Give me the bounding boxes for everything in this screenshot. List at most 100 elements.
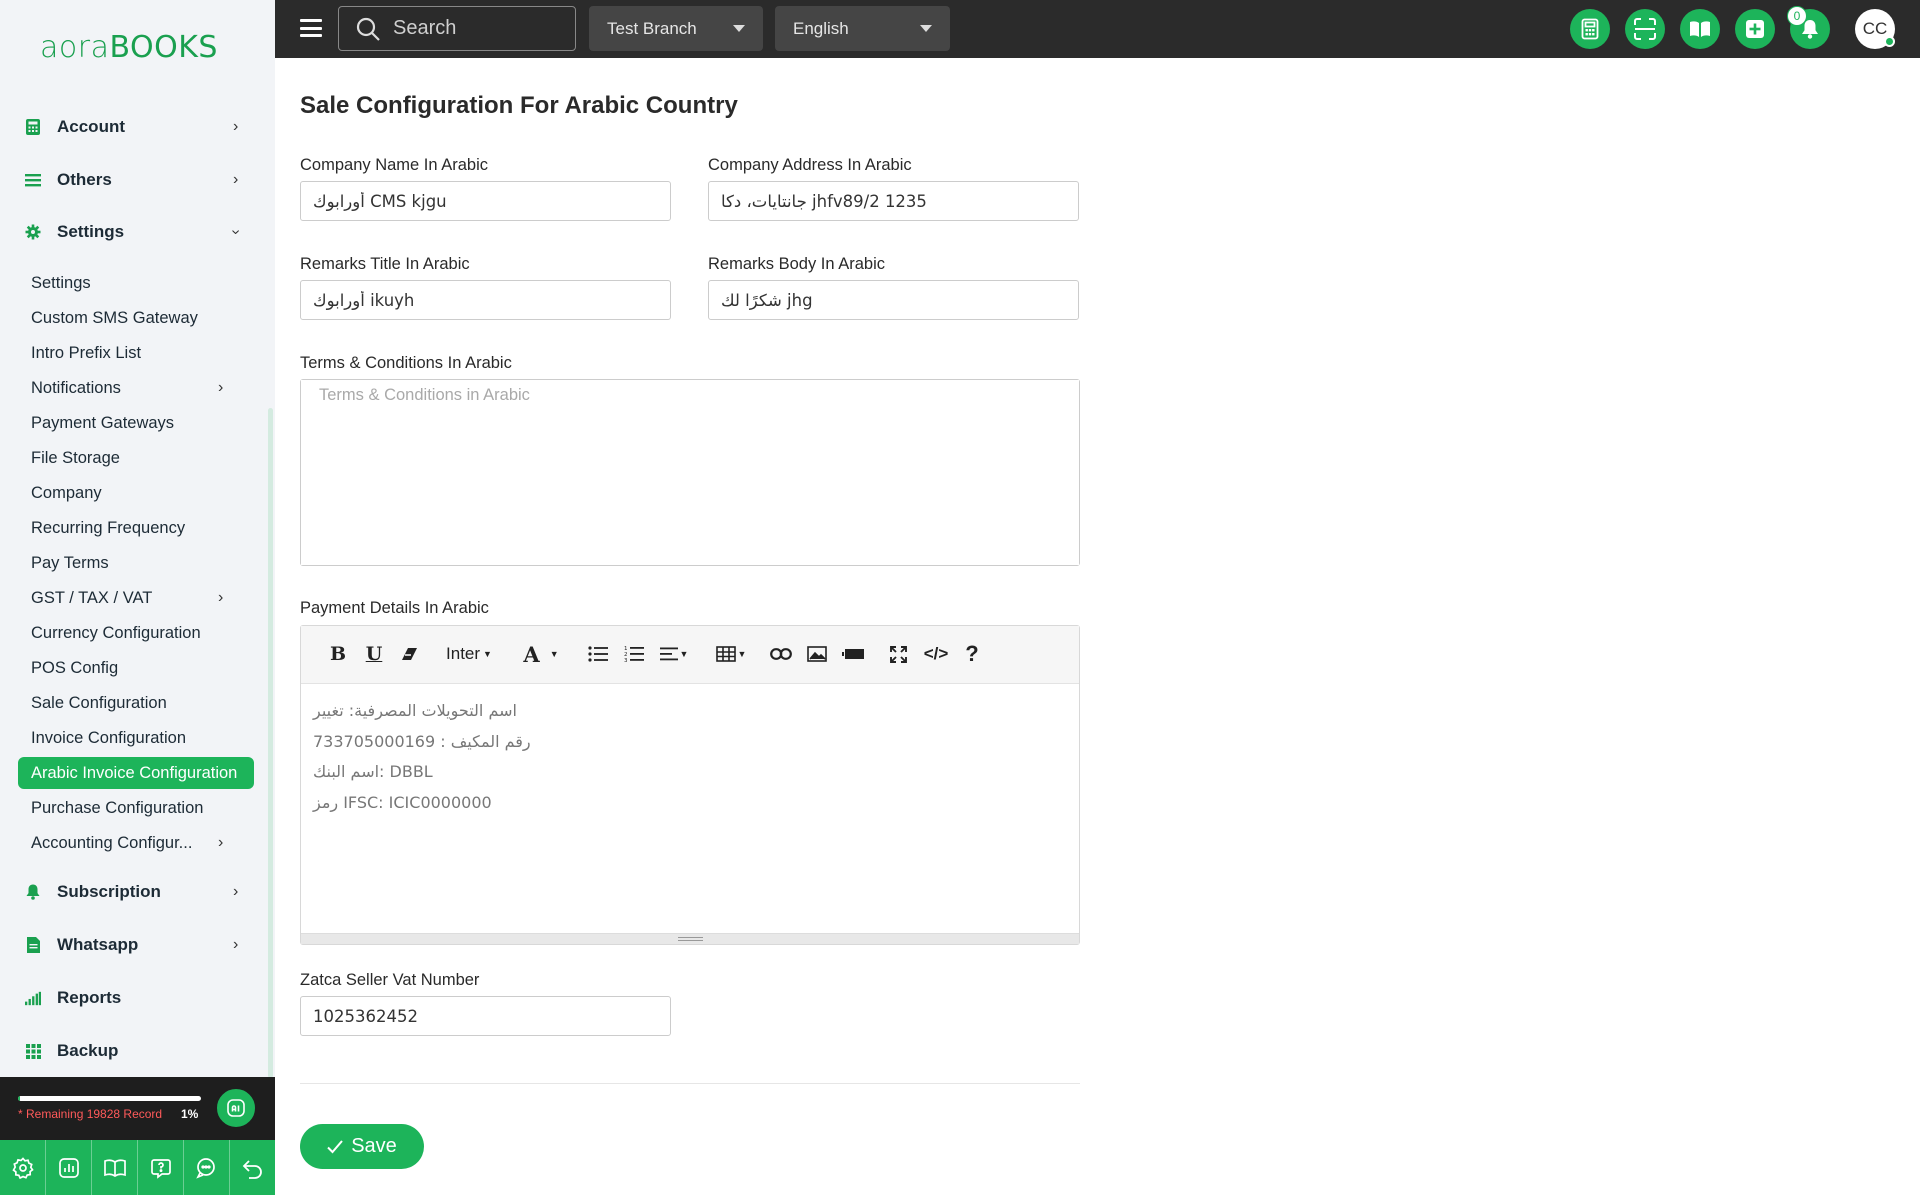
- save-button[interactable]: Save: [300, 1124, 424, 1169]
- chevron-right-icon: ›: [233, 883, 239, 900]
- sidebar-subitem-gst-tax-vat[interactable]: GST / TAX / VAT ›: [18, 582, 254, 614]
- company-address-input[interactable]: [721, 191, 1078, 211]
- grip-icon: [678, 937, 703, 941]
- list-icon: [25, 172, 41, 188]
- eraser-icon[interactable]: [397, 638, 423, 670]
- chevron-right-icon: ›: [218, 379, 224, 396]
- online-status-dot: [1884, 36, 1895, 47]
- calculator-icon[interactable]: [1570, 9, 1610, 49]
- chevron-right-icon: ›: [233, 118, 239, 135]
- grid-icon: [25, 1043, 41, 1059]
- editor-line: اسم التحويلات المصرفية: تغيير: [313, 701, 517, 720]
- sidebar-item-settings[interactable]: Settings ›: [0, 209, 275, 255]
- scan-icon[interactable]: [1625, 9, 1665, 49]
- zatca-vat-field[interactable]: [300, 996, 671, 1036]
- terms-conditions-field[interactable]: [300, 379, 1080, 566]
- sidebar-subitem-currency-configuration[interactable]: Currency Configuration: [18, 617, 254, 649]
- record-usage-bar: [18, 1096, 201, 1101]
- chevron-right-icon: ›: [218, 834, 224, 851]
- book-icon[interactable]: [1680, 9, 1720, 49]
- back-arrow-icon[interactable]: [230, 1140, 275, 1195]
- help-chat-icon[interactable]: [138, 1140, 184, 1195]
- search-icon: [355, 16, 381, 42]
- svg-text:3: 3: [624, 658, 628, 663]
- ai-assistant-icon[interactable]: [215, 1087, 257, 1129]
- remarks-title-field[interactable]: [300, 280, 671, 320]
- company-address-label: Company Address In Arabic: [708, 156, 912, 174]
- sidebar-subitem-company[interactable]: Company: [18, 477, 254, 509]
- sidebar-item-subscription[interactable]: Subscription ›: [0, 869, 275, 915]
- add-icon[interactable]: [1735, 9, 1775, 49]
- sidebar-scrollbar[interactable]: [268, 408, 273, 1078]
- sidebar-subitem-settings[interactable]: Settings: [18, 267, 254, 299]
- terms-conditions-textarea[interactable]: [301, 380, 1079, 565]
- editor-resize-handle[interactable]: [301, 933, 1079, 944]
- fullscreen-icon[interactable]: [885, 638, 911, 670]
- sidebar-subitem-custom-sms-gateway[interactable]: Custom SMS Gateway: [18, 302, 254, 334]
- remarks-body-field[interactable]: [708, 280, 1079, 320]
- sidebar-item-backup[interactable]: Backup: [0, 1028, 275, 1074]
- sidebar-subitem-arabic-invoice-configuration[interactable]: Arabic Invoice Configuration: [18, 757, 254, 789]
- underline-icon[interactable]: U: [361, 638, 387, 670]
- editor-content[interactable]: اسم التحويلات المصرفية: تغيير رقم المكيف…: [313, 696, 1063, 818]
- app-logo[interactable]: aoraBOOKS: [40, 30, 218, 65]
- calculator-icon: [25, 119, 41, 135]
- chevron-right-icon: ›: [233, 936, 239, 953]
- sidebar-subitem-intro-prefix-list[interactable]: Intro Prefix List: [18, 337, 254, 369]
- company-address-field[interactable]: [708, 181, 1079, 221]
- link-icon[interactable]: [767, 638, 795, 670]
- caret-down-icon: [920, 25, 932, 32]
- branch-select[interactable]: Test Branch: [589, 6, 763, 51]
- top-bar: Test Branch English 0 CC: [275, 0, 1920, 58]
- table-icon[interactable]: ▼: [713, 638, 749, 670]
- numbered-list-icon[interactable]: 123: [621, 638, 647, 670]
- editor-line: رقم المكيف : 733705000169: [313, 731, 531, 751]
- font-color-icon[interactable]: A ▼: [519, 638, 563, 670]
- help-icon[interactable]: ?: [959, 638, 985, 670]
- sidebar-subitem-payment-gateways[interactable]: Payment Gateways: [18, 407, 254, 439]
- remarks-body-input[interactable]: [721, 290, 1078, 310]
- sidebar: aoraBOOKS Account › Others › Settings › …: [0, 0, 275, 1195]
- sidebar-item-account[interactable]: Account ›: [0, 104, 275, 150]
- caret-down-icon: [733, 25, 745, 32]
- support-chat-icon[interactable]: [184, 1140, 230, 1195]
- sidebar-subitem-notifications[interactable]: Notifications ›: [18, 372, 254, 404]
- payment-details-editor[interactable]: B U Inter ▼ A ▼ 123 ▼ ▼ </> ? اسم التحوي…: [300, 625, 1080, 945]
- bold-icon[interactable]: B: [325, 638, 351, 670]
- record-usage-panel: * Remaining 19828 Record 1%: [0, 1077, 275, 1140]
- sidebar-item-reports[interactable]: Reports: [0, 975, 275, 1021]
- bullet-list-icon[interactable]: [585, 638, 611, 670]
- chart-report-icon[interactable]: [46, 1140, 92, 1195]
- sidebar-subitem-sale-configuration[interactable]: Sale Configuration: [18, 687, 254, 719]
- sidebar-subitem-file-storage[interactable]: File Storage: [18, 442, 254, 474]
- checkmark-icon: [327, 1139, 343, 1154]
- font-family-dropdown[interactable]: Inter ▼: [441, 638, 497, 670]
- remarks-body-label: Remarks Body In Arabic: [708, 255, 885, 273]
- company-name-input[interactable]: [313, 191, 670, 211]
- search-box[interactable]: [338, 6, 576, 51]
- remarks-title-label: Remarks Title In Arabic: [300, 255, 470, 273]
- image-icon[interactable]: [803, 638, 831, 670]
- company-name-label: Company Name In Arabic: [300, 156, 489, 174]
- sidebar-subitem-accounting-configuration[interactable]: Accounting Configur... ›: [18, 827, 254, 859]
- remarks-title-input[interactable]: [313, 290, 670, 310]
- open-book-icon[interactable]: [92, 1140, 138, 1195]
- chevron-right-icon: ›: [218, 589, 224, 606]
- company-name-field[interactable]: [300, 181, 671, 221]
- menu-toggle-icon[interactable]: [300, 17, 322, 39]
- sidebar-subitem-purchase-configuration[interactable]: Purchase Configuration: [18, 792, 254, 824]
- language-select[interactable]: English: [775, 6, 950, 51]
- zatca-vat-input[interactable]: [313, 1006, 670, 1026]
- sidebar-item-whatsapp[interactable]: Whatsapp ›: [0, 922, 275, 968]
- video-icon[interactable]: [839, 638, 867, 670]
- paragraph-align-icon[interactable]: ▼: [657, 638, 691, 670]
- sidebar-subitem-recurring-frequency[interactable]: Recurring Frequency: [18, 512, 254, 544]
- code-view-icon[interactable]: </>: [921, 638, 951, 670]
- editor-line: اسم البنك: DBBL: [313, 762, 433, 781]
- sidebar-subitem-invoice-configuration[interactable]: Invoice Configuration: [18, 722, 254, 754]
- sidebar-item-others[interactable]: Others ›: [0, 157, 275, 203]
- search-input[interactable]: [393, 17, 563, 40]
- settings-gear-icon[interactable]: [0, 1140, 46, 1195]
- sidebar-subitem-pos-config[interactable]: POS Config: [18, 652, 254, 684]
- sidebar-subitem-pay-terms[interactable]: Pay Terms: [18, 547, 254, 579]
